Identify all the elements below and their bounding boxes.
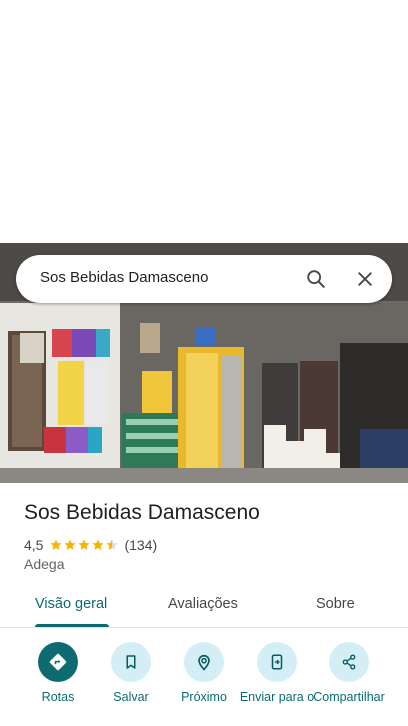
send-to-phone-button[interactable]: Enviar para o [237, 642, 317, 704]
tab-about[interactable]: Sobre [316, 596, 355, 612]
tab-bar: Visão geral Avaliações Sobre [0, 586, 408, 628]
share-button[interactable]: Compartilhar [309, 642, 389, 704]
save-label: Salvar [113, 690, 149, 704]
nearby-button[interactable]: Próximo [164, 642, 244, 704]
clear-search-button[interactable] [349, 263, 381, 295]
place-category[interactable]: Adega [24, 556, 64, 572]
send-to-phone-label: Enviar para o [239, 690, 315, 704]
star-full-icon [92, 539, 105, 550]
directions-button[interactable]: Rotas [18, 642, 98, 704]
search-input[interactable]: Sos Bebidas Damasceno [40, 269, 208, 286]
tab-overview[interactable]: Visão geral [35, 596, 107, 612]
nearby-icon [198, 654, 210, 671]
star-full-icon [78, 539, 91, 550]
star-half-icon [106, 539, 119, 550]
rating-value: 4,5 [24, 537, 44, 553]
send-to-phone-icon [271, 654, 283, 670]
close-icon [358, 272, 372, 286]
star-full-icon [64, 539, 77, 550]
save-button[interactable]: Salvar [91, 642, 171, 704]
search-icon [307, 270, 325, 288]
tab-reviews[interactable]: Avaliações [168, 596, 238, 612]
share-icon [342, 654, 356, 670]
directions-icon [49, 653, 67, 671]
place-title: Sos Bebidas Damasceno [24, 501, 260, 524]
star-rating [49, 538, 119, 552]
rating-row[interactable]: 4,5 (134) [24, 536, 157, 554]
bookmark-icon [126, 655, 136, 669]
share-label: Compartilhar [313, 690, 385, 704]
search-bar[interactable]: Sos Bebidas Damasceno [16, 255, 392, 303]
star-full-icon [50, 539, 63, 550]
action-bar: Rotas Salvar Próximo Enviar para o Compa… [0, 636, 408, 726]
active-tab-indicator [35, 624, 109, 627]
search-button[interactable] [300, 263, 332, 295]
review-count[interactable]: (134) [124, 537, 157, 553]
directions-label: Rotas [41, 690, 75, 704]
map-area-blank [0, 0, 408, 243]
nearby-label: Próximo [181, 690, 227, 704]
